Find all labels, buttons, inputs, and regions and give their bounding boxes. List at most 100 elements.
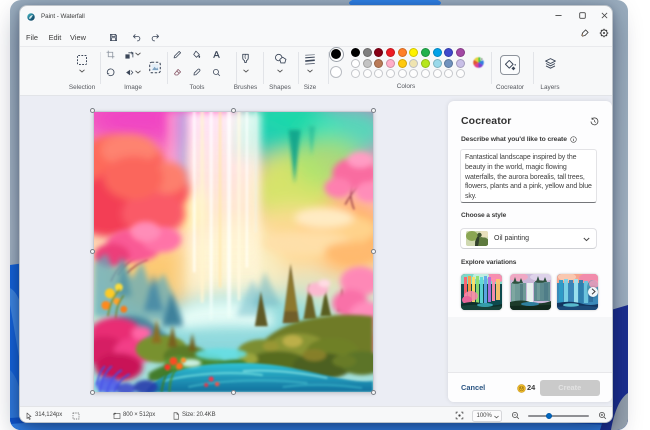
foreground-color-swatch[interactable] bbox=[329, 47, 344, 62]
shapes-icon[interactable] bbox=[273, 52, 287, 65]
selection-handle[interactable] bbox=[231, 390, 236, 395]
pencil-icon[interactable] bbox=[172, 49, 182, 59]
selection-handle[interactable] bbox=[90, 390, 95, 395]
palette-empty-slot[interactable] bbox=[444, 69, 453, 78]
create-button[interactable]: Create bbox=[540, 380, 600, 396]
palette-color-#ffc90e[interactable] bbox=[398, 59, 407, 68]
palette-color-#000000[interactable] bbox=[351, 48, 360, 57]
chevron-right-icon[interactable] bbox=[588, 287, 598, 297]
flip-icon[interactable] bbox=[124, 67, 134, 77]
ribbon-group-label: Shapes bbox=[269, 84, 291, 91]
selection-handle[interactable] bbox=[371, 108, 376, 113]
magic-select-icon[interactable] bbox=[147, 60, 162, 74]
rotate-icon[interactable] bbox=[105, 67, 115, 77]
select-rectangle-icon[interactable] bbox=[75, 53, 89, 66]
selection-handle[interactable] bbox=[371, 390, 376, 395]
palette-empty-slot[interactable] bbox=[421, 69, 430, 78]
style-value: Oil painting bbox=[494, 229, 529, 248]
layers-icon[interactable] bbox=[543, 56, 557, 70]
palette-empty-slot[interactable] bbox=[398, 69, 407, 78]
selection-handle[interactable] bbox=[371, 249, 376, 254]
zoom-in-icon[interactable] bbox=[598, 407, 607, 423]
line-size-icon[interactable] bbox=[303, 53, 317, 65]
palette-color-#99d9ea[interactable] bbox=[433, 59, 442, 68]
cursor-position-value: 314,124px bbox=[35, 407, 62, 423]
info-icon[interactable] bbox=[569, 136, 577, 144]
menu-item-edit[interactable]: Edit bbox=[46, 29, 64, 46]
selection-handle[interactable] bbox=[90, 249, 95, 254]
text-icon[interactable] bbox=[212, 49, 222, 59]
settings-gear-icon[interactable] bbox=[598, 27, 609, 38]
chevron-down-icon[interactable] bbox=[306, 68, 314, 74]
palette-color-#00a2e8[interactable] bbox=[433, 48, 442, 57]
chevron-down-icon[interactable] bbox=[276, 68, 284, 74]
window-title: Paint - Waterfall bbox=[41, 6, 85, 28]
variation-thumbnail-1[interactable] bbox=[461, 274, 502, 310]
zoom-level-dropdown[interactable]: 100% bbox=[472, 410, 502, 422]
palette-color-#22b14c[interactable] bbox=[421, 48, 430, 57]
history-icon[interactable] bbox=[589, 117, 599, 127]
undo-icon[interactable] bbox=[131, 32, 141, 43]
ribbon-group-label: Colors bbox=[397, 83, 415, 90]
chevron-down-icon[interactable] bbox=[134, 51, 142, 57]
palette-color-#efe4b0[interactable] bbox=[409, 59, 418, 68]
canvas-area[interactable]: Cocreator Describe what you'd like to cr… bbox=[20, 96, 612, 406]
selection-handle[interactable] bbox=[231, 108, 236, 113]
describe-label: Describe what you'd like to create bbox=[461, 136, 567, 143]
cancel-button[interactable]: Cancel bbox=[461, 373, 485, 403]
palette-color-#fff200[interactable] bbox=[409, 48, 418, 57]
magnifier-icon[interactable] bbox=[212, 67, 222, 77]
selection-handle[interactable] bbox=[90, 108, 95, 113]
eraser-icon[interactable] bbox=[172, 68, 182, 78]
palette-color-#ffffff[interactable] bbox=[351, 59, 360, 68]
menu-item-view[interactable]: View bbox=[69, 29, 87, 46]
palette-empty-slot[interactable] bbox=[433, 69, 442, 78]
palette-empty-slot[interactable] bbox=[409, 69, 418, 78]
palette-color-#c8bfe7[interactable] bbox=[456, 59, 465, 68]
crop-icon[interactable] bbox=[105, 49, 115, 59]
zoom-slider-handle[interactable] bbox=[546, 413, 552, 419]
variation-thumbnail-2[interactable] bbox=[510, 274, 551, 310]
palette-color-#b5e61d[interactable] bbox=[421, 59, 430, 68]
palette-color-#3f48cc[interactable] bbox=[444, 48, 453, 57]
minimize-button[interactable] bbox=[549, 8, 567, 24]
redo-icon[interactable] bbox=[150, 32, 160, 43]
chevron-down-icon[interactable] bbox=[78, 68, 86, 74]
zoom-slider-track[interactable] bbox=[528, 415, 589, 417]
palette-empty-slot[interactable] bbox=[386, 69, 395, 78]
palette-empty-slot[interactable] bbox=[351, 69, 360, 78]
palette-color-#880015[interactable] bbox=[374, 48, 383, 57]
eyedropper-icon[interactable] bbox=[192, 68, 202, 78]
color-wheel-icon[interactable] bbox=[471, 55, 485, 69]
ribbon-separator bbox=[263, 52, 264, 84]
chevron-down-icon[interactable] bbox=[134, 69, 142, 75]
palette-color-#b97a57[interactable] bbox=[374, 59, 383, 68]
cocreator-button[interactable] bbox=[500, 55, 520, 75]
palette-color-#7f7f7f[interactable] bbox=[363, 48, 372, 57]
palette-color-#7092be[interactable] bbox=[444, 59, 453, 68]
menu-item-file[interactable]: File bbox=[23, 29, 41, 46]
maximize-button[interactable] bbox=[573, 8, 591, 24]
resize-icon[interactable] bbox=[124, 49, 134, 59]
pen-icon[interactable] bbox=[579, 27, 590, 38]
palette-color-#a349a4[interactable] bbox=[456, 48, 465, 57]
style-dropdown[interactable]: Oil painting bbox=[460, 228, 597, 249]
ribbon-group-label: Tools bbox=[190, 84, 205, 91]
fit-to-screen-icon[interactable] bbox=[455, 407, 464, 423]
close-button[interactable] bbox=[595, 8, 613, 24]
brush-icon[interactable] bbox=[239, 52, 252, 66]
fill-bucket-icon[interactable] bbox=[192, 49, 202, 59]
save-icon[interactable] bbox=[108, 32, 118, 43]
palette-color-#ed1c24[interactable] bbox=[386, 48, 395, 57]
chevron-down-icon[interactable] bbox=[242, 68, 250, 74]
palette-empty-slot[interactable] bbox=[456, 69, 465, 78]
zoom-out-icon[interactable] bbox=[511, 407, 520, 423]
palette-empty-slot[interactable] bbox=[374, 69, 383, 78]
palette-color-#ff7f27[interactable] bbox=[398, 48, 407, 57]
palette-color-#c3c3c3[interactable] bbox=[363, 59, 372, 68]
palette-color-#ffaec9[interactable] bbox=[386, 59, 395, 68]
prompt-textarea[interactable]: Fantastical landscape inspired by the be… bbox=[460, 149, 597, 203]
background-color-swatch[interactable] bbox=[330, 66, 342, 78]
palette-empty-slot[interactable] bbox=[363, 69, 372, 78]
paint-app-icon bbox=[27, 13, 35, 21]
